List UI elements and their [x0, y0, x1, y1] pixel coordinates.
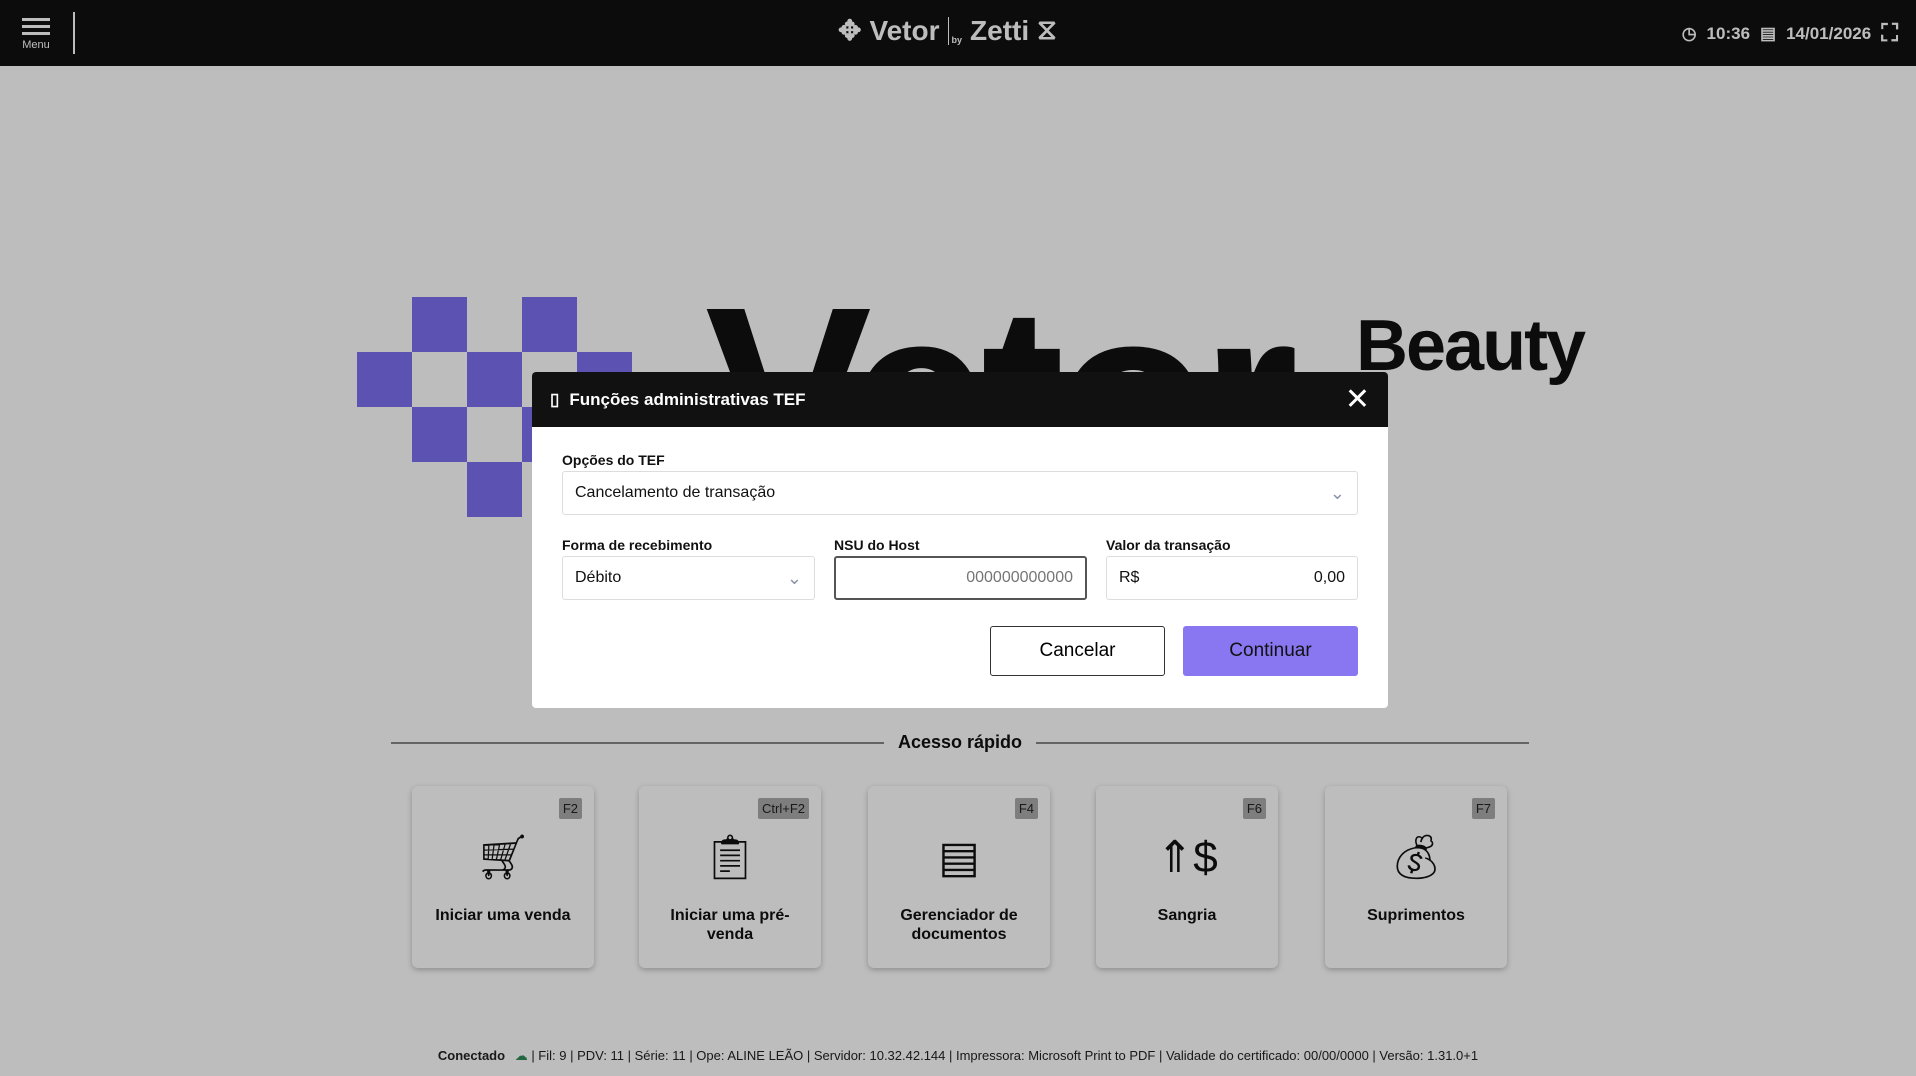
continue-button[interactable]: Continuar [1183, 626, 1358, 676]
chevron-down-icon: ⌄ [786, 567, 802, 588]
dialog-title: Funções administrativas TEF [569, 389, 806, 409]
amount-label: Valor da transação [1106, 537, 1231, 553]
currency-prefix: R$ [1119, 569, 1140, 586]
payment-value: Débito [575, 569, 622, 586]
chevron-down-icon: ⌄ [1329, 482, 1345, 503]
card-terminal-icon: ▯ [550, 389, 560, 409]
amount-input[interactable]: R$ 0,00 [1106, 556, 1358, 600]
tef-options-value: Cancelamento de transação [575, 484, 776, 501]
cancel-button[interactable]: Cancelar [990, 626, 1165, 676]
nsu-input[interactable] [834, 556, 1087, 600]
tef-options-select[interactable]: Cancelamento de transação ⌄ [562, 471, 1358, 515]
nsu-label: NSU do Host [834, 537, 920, 553]
close-icon[interactable]: ✕ [1345, 382, 1370, 417]
payment-label: Forma de recebimento [562, 537, 713, 553]
amount-value: 0,00 [1313, 569, 1345, 586]
payment-method-select[interactable]: Débito ⌄ [562, 556, 815, 600]
tef-options-label: Opções do TEF [562, 452, 665, 468]
tef-admin-dialog: ▯ Funções administrativas TEF ✕ Opções d… [532, 372, 1388, 708]
